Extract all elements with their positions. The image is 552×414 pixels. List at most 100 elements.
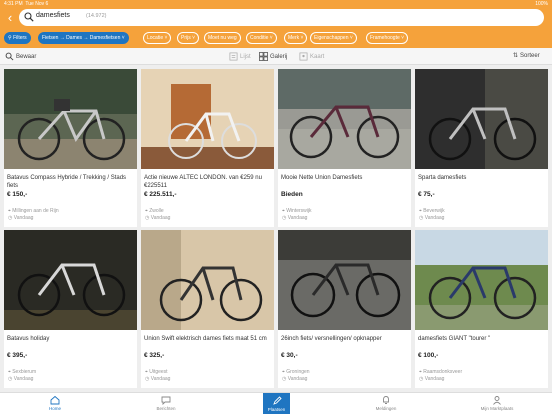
listing-date: Vandaag (287, 376, 308, 382)
chip-properties[interactable]: Eigenschappen ˅ (310, 32, 357, 44)
location-pin-icon: ⌖ (8, 369, 11, 375)
listing-photo (278, 69, 411, 169)
gallery-view-button[interactable]: Galerij (259, 52, 287, 61)
listing-title: Mooie Nette Union Damesfiets (281, 175, 363, 181)
header-bar: 4:31 PM Tue Nov 6 100% ‹ damesfiets (14.… (0, 0, 552, 48)
chip-frame-height[interactable]: Framehoogte ˅ (366, 32, 409, 44)
user-icon (493, 396, 501, 405)
listing-meta: ⌖ Groningen ◷ Vandaag (282, 369, 310, 383)
bike-photo (4, 69, 137, 169)
listing-photo (141, 230, 274, 330)
sort-icon: ⇅ (513, 53, 519, 59)
back-button[interactable]: ‹ (4, 11, 16, 25)
listing-title: 26inch fiets/ versnellingen/ opknapper (281, 336, 382, 342)
listing-price: € 75,- (418, 191, 435, 198)
listing-card[interactable]: Sparta damesfiets € 75,- ⌖ Beverwijk ◷ V… (415, 69, 548, 227)
listing-location: Sexbierum (12, 369, 37, 375)
location-pin-icon: ⌖ (145, 369, 148, 375)
save-search-icon (5, 52, 14, 61)
listing-grid: Batavus Compass Hybride / Trekking / Sta… (0, 65, 552, 392)
search-icon (24, 12, 34, 22)
clock-icon: ◷ (282, 215, 287, 221)
bike-photo (141, 230, 274, 330)
listing-photo (278, 230, 411, 330)
listing-location: Millingen aan de Rijn (12, 208, 59, 214)
listing-title: Batavus Compass Hybride / Trekking / Sta… (7, 175, 127, 189)
listing-date: Vandaag (150, 376, 171, 382)
listing-location: Winterswijk (286, 208, 312, 214)
listing-meta: ⌖ Sexbierum ◷ Vandaag (8, 369, 36, 383)
clock-icon: ◷ (419, 376, 424, 382)
chevron-down-icon: ˅ (164, 35, 168, 41)
listing-card[interactable]: damesfiets GIANT "tourer " € 100,- ⌖ Raa… (415, 230, 548, 388)
gallery-icon (259, 52, 268, 61)
tab-account[interactable]: Mijn Marktplaats (467, 395, 527, 411)
listing-date: Vandaag (424, 215, 445, 221)
tab-post[interactable]: Plaatsen (263, 393, 290, 414)
listing-location: Raamsdonksveer (423, 369, 463, 375)
listing-title: Batavus holiday (7, 336, 50, 342)
result-count: (14.972) (86, 13, 107, 19)
search-input[interactable]: damesfiets (14.972) (19, 9, 544, 26)
chip-price[interactable]: Prijs ˅ (177, 32, 200, 44)
listing-meta: ⌖ Raamsdonksveer ◷ Vandaag (419, 369, 462, 383)
tab-messages[interactable]: Berichten (136, 395, 196, 411)
chevron-down-icon: ˅ (401, 35, 405, 41)
chip-condition[interactable]: Conditie ˅ (246, 32, 277, 44)
bike-photo (4, 230, 137, 330)
sort-button[interactable]: ⇅ Sorteer (513, 52, 540, 60)
listing-title: Sparta damesfiets (418, 175, 467, 181)
listing-title: Actie nieuwe ALTEC LONDON. van €259 nu €… (144, 175, 262, 189)
listing-title: damesfiets GIANT "tourer " (418, 336, 491, 342)
chevron-down-icon: ˅ (121, 35, 125, 41)
location-pin-icon: ⌖ (145, 208, 148, 214)
tab-home[interactable]: Home (25, 395, 85, 411)
bike-photo (278, 230, 411, 330)
listing-meta: ⌖ Beverwijk ◷ Vandaag (419, 208, 445, 222)
chevron-down-icon: ˅ (300, 35, 304, 41)
map-icon (299, 52, 308, 61)
bike-photo (415, 230, 548, 330)
listing-photo (415, 69, 548, 169)
listing-photo (141, 69, 274, 169)
chip-category[interactable]: Fietsen → Dames → Damesfietsen ˅ (38, 32, 129, 44)
map-view-button[interactable]: Kaart (299, 52, 324, 61)
chip-brand[interactable]: Merk ˅ (284, 32, 308, 44)
listing-price: € 225.511,- (144, 191, 177, 198)
listing-price: € 30,- (281, 352, 298, 359)
list-icon (229, 52, 238, 61)
chip-filters[interactable]: ⚲ Filters (4, 32, 31, 44)
listing-photo (4, 69, 137, 169)
listing-price: Bieden (281, 191, 303, 198)
home-icon (50, 395, 60, 405)
chip-location[interactable]: Locatie ˅ (143, 32, 172, 44)
status-time: 4:31 PM Tue Nov 6 (4, 1, 49, 7)
listing-meta: ⌖ Zwolle ◷ Vandaag (145, 208, 170, 222)
listing-card[interactable]: Actie nieuwe ALTEC LONDON. van €259 nu €… (141, 69, 274, 227)
listing-card[interactable]: Batavus holiday € 395,- ⌖ Sexbierum ◷ Va… (4, 230, 137, 388)
bell-icon (383, 396, 389, 404)
listing-meta: ⌖ Millingen aan de Rijn ◷ Vandaag (8, 208, 59, 222)
chevron-down-icon: ˅ (349, 35, 353, 41)
listing-price: € 395,- (7, 352, 28, 359)
location-pin-icon: ⌖ (282, 208, 285, 214)
listing-date: Vandaag (150, 215, 171, 221)
save-search-button[interactable]: Bewaar (5, 52, 36, 61)
location-pin-icon: ⌖ (419, 208, 422, 214)
filter-chips: ⚲ Filters Fietsen → Dames → Damesfietsen… (4, 32, 552, 44)
listing-card[interactable]: Mooie Nette Union Damesfiets Bieden ⌖ Wi… (278, 69, 411, 227)
listing-card[interactable]: Union Swift elektrisch dames fiets maat … (141, 230, 274, 388)
list-view-button[interactable]: Lijst (229, 52, 251, 61)
listing-date: Vandaag (13, 376, 34, 382)
tab-notifications[interactable]: Meldingen (356, 395, 416, 411)
location-pin-icon: ⌖ (8, 208, 11, 214)
chevron-down-icon: ˅ (192, 35, 196, 41)
clock-icon: ◷ (282, 376, 287, 382)
view-toolbar: Bewaar Lijst Galerij Kaart ⇅ Sorteer (0, 48, 552, 65)
listing-location: Uitgeest (149, 369, 168, 375)
listing-meta: ⌖ Winterswijk ◷ Vandaag (282, 208, 312, 222)
chip-must-go[interactable]: Moet nu weg (204, 32, 241, 44)
listing-card[interactable]: Batavus Compass Hybride / Trekking / Sta… (4, 69, 137, 227)
listing-card[interactable]: 26inch fiets/ versnellingen/ opknapper €… (278, 230, 411, 388)
clock-icon: ◷ (145, 376, 150, 382)
